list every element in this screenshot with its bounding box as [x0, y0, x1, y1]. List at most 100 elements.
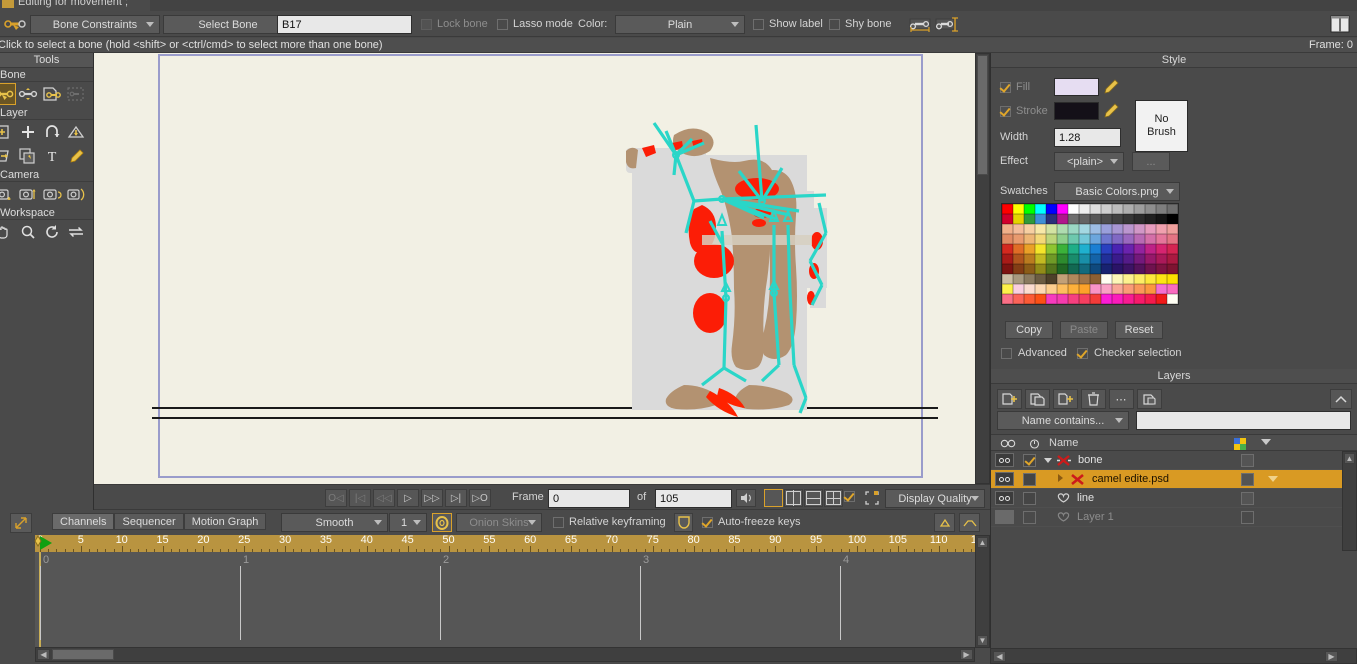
color-swatch[interactable] — [1101, 264, 1112, 274]
layers-horizontal-scrollbar[interactable]: ◀ ▶ — [990, 648, 1357, 664]
timeline-ruler[interactable]: 0510152025303540455055606570758085909510… — [35, 535, 975, 552]
color-swatch[interactable] — [1024, 224, 1035, 234]
timeline-channel-area[interactable]: 0 1 2 3 4 — [35, 552, 975, 647]
show-label-checkbox[interactable]: Show label — [753, 18, 823, 30]
layer-menu-triangle[interactable] — [1268, 476, 1278, 482]
layers-scroll-left-button[interactable]: ◀ — [993, 651, 1006, 662]
color-swatch[interactable] — [1068, 274, 1079, 284]
color-swatch[interactable] — [1134, 204, 1145, 214]
color-swatch[interactable] — [1035, 234, 1046, 244]
color-swatch[interactable] — [1024, 234, 1035, 244]
frame-input[interactable]: 0 — [548, 489, 630, 508]
canvas-viewport[interactable] — [94, 53, 990, 484]
stroke-checkbox[interactable]: Stroke — [1000, 105, 1048, 117]
color-swatch[interactable] — [1068, 254, 1079, 264]
color-swatch[interactable] — [1156, 254, 1167, 264]
color-swatch[interactable] — [1046, 284, 1057, 294]
layer-visibility-icon[interactable] — [995, 472, 1014, 486]
color-swatch[interactable] — [1145, 244, 1156, 254]
color-swatch[interactable] — [1068, 204, 1079, 214]
color-swatch[interactable] — [1145, 264, 1156, 274]
lock-bone-box[interactable] — [421, 18, 432, 30]
advanced-checkbox[interactable]: Advanced — [1001, 347, 1067, 359]
color-swatch[interactable] — [1167, 274, 1178, 284]
color-swatch[interactable] — [1167, 204, 1178, 214]
color-swatch[interactable] — [1134, 214, 1145, 224]
color-swatch[interactable] — [1013, 224, 1024, 234]
effect-dropdown[interactable]: <plain> — [1054, 152, 1124, 171]
color-swatch[interactable] — [1035, 284, 1046, 294]
layer-expand-triangle-closed[interactable] — [1058, 473, 1067, 485]
color-swatch[interactable] — [1112, 204, 1123, 214]
color-swatch[interactable] — [1112, 224, 1123, 234]
fill-eyedropper-icon[interactable] — [1103, 78, 1119, 99]
color-swatch[interactable] — [1035, 264, 1046, 274]
color-swatch[interactable] — [1123, 284, 1134, 294]
layer-keyframe-checkbox[interactable] — [1023, 510, 1036, 524]
scroll-up-button[interactable]: ▲ — [977, 537, 988, 548]
color-swatch[interactable] — [1134, 274, 1145, 284]
color-swatch[interactable] — [1156, 214, 1167, 224]
shy-bone-box[interactable] — [829, 18, 840, 30]
color-swatch[interactable] — [1134, 254, 1145, 264]
color-column-icon[interactable] — [1234, 438, 1246, 450]
bone-name-input[interactable]: B17 — [277, 15, 412, 34]
color-swatch[interactable] — [1090, 284, 1101, 294]
next-keyframe-button[interactable]: ▷| — [445, 489, 467, 507]
color-swatch[interactable] — [1156, 274, 1167, 284]
more-options-button[interactable]: ⋯ — [1109, 389, 1134, 409]
color-swatch[interactable] — [1046, 244, 1057, 254]
new-layer-button[interactable] — [997, 389, 1022, 409]
select-tool-dropdown[interactable]: Select Bone — [163, 15, 293, 34]
bone-color-dropdown[interactable]: Plain — [615, 15, 745, 34]
bone-constraints-icon[interactable] — [4, 15, 30, 33]
select-bone-tool[interactable] — [0, 83, 16, 105]
layer-keyframe-checkbox[interactable] — [1023, 453, 1036, 467]
color-swatch[interactable] — [1079, 224, 1090, 234]
color-swatch[interactable] — [1013, 214, 1024, 224]
tab-sequencer[interactable]: Sequencer — [114, 513, 184, 530]
total-frames-input[interactable]: 105 — [655, 489, 732, 508]
single-view-button[interactable] — [764, 489, 783, 507]
tab-channels[interactable]: Channels — [52, 513, 115, 530]
layer-keyframe-checkbox[interactable] — [1023, 491, 1036, 505]
color-swatch[interactable] — [1123, 214, 1134, 224]
color-swatch[interactable] — [1013, 234, 1024, 244]
color-swatch[interactable] — [1123, 234, 1134, 244]
layer-expand-triangle-open[interactable] — [1044, 454, 1053, 466]
color-swatch[interactable] — [1134, 284, 1145, 294]
bone-mode-dropdown[interactable]: Bone Constraints — [30, 15, 160, 34]
color-swatch[interactable] — [1079, 244, 1090, 254]
layer-visibility-icon[interactable] — [995, 491, 1014, 505]
color-swatch[interactable] — [1035, 204, 1046, 214]
show-label-box[interactable] — [753, 18, 764, 30]
collapse-chevron-icon[interactable] — [1330, 389, 1352, 409]
layer-color-box[interactable] — [1241, 472, 1254, 486]
color-swatch[interactable] — [1079, 274, 1090, 284]
color-swatch[interactable] — [1079, 254, 1090, 264]
color-swatch[interactable] — [1101, 224, 1112, 234]
color-swatch[interactable] — [1079, 284, 1090, 294]
color-swatch[interactable] — [1057, 284, 1068, 294]
interpolation-dropdown[interactable]: Smooth — [281, 513, 388, 532]
color-swatch[interactable] — [1046, 204, 1057, 214]
copy-button[interactable]: Copy — [1005, 321, 1053, 339]
bone-width-icon[interactable] — [908, 15, 932, 36]
color-swatch[interactable] — [1057, 204, 1068, 214]
color-swatch[interactable] — [1101, 214, 1112, 224]
color-swatch[interactable] — [1167, 214, 1178, 224]
color-swatch[interactable] — [1156, 284, 1167, 294]
color-swatch[interactable] — [1013, 244, 1024, 254]
color-swatch[interactable] — [1145, 254, 1156, 264]
fill-color-swatch[interactable] — [1054, 78, 1099, 96]
scale-tool[interactable] — [64, 121, 88, 143]
timeline-horizontal-scrollbar[interactable]: ◀ ▶ — [35, 647, 975, 662]
new-group-button[interactable] — [1053, 389, 1078, 409]
color-swatch[interactable] — [1002, 264, 1013, 274]
color-swatch[interactable] — [1057, 294, 1068, 304]
color-swatch[interactable] — [1024, 274, 1035, 284]
table-row[interactable]: bone — [991, 451, 1342, 470]
color-swatch[interactable] — [1024, 204, 1035, 214]
color-swatch[interactable] — [1068, 234, 1079, 244]
layers-vertical-scrollbar[interactable]: ▲ — [1342, 451, 1357, 551]
